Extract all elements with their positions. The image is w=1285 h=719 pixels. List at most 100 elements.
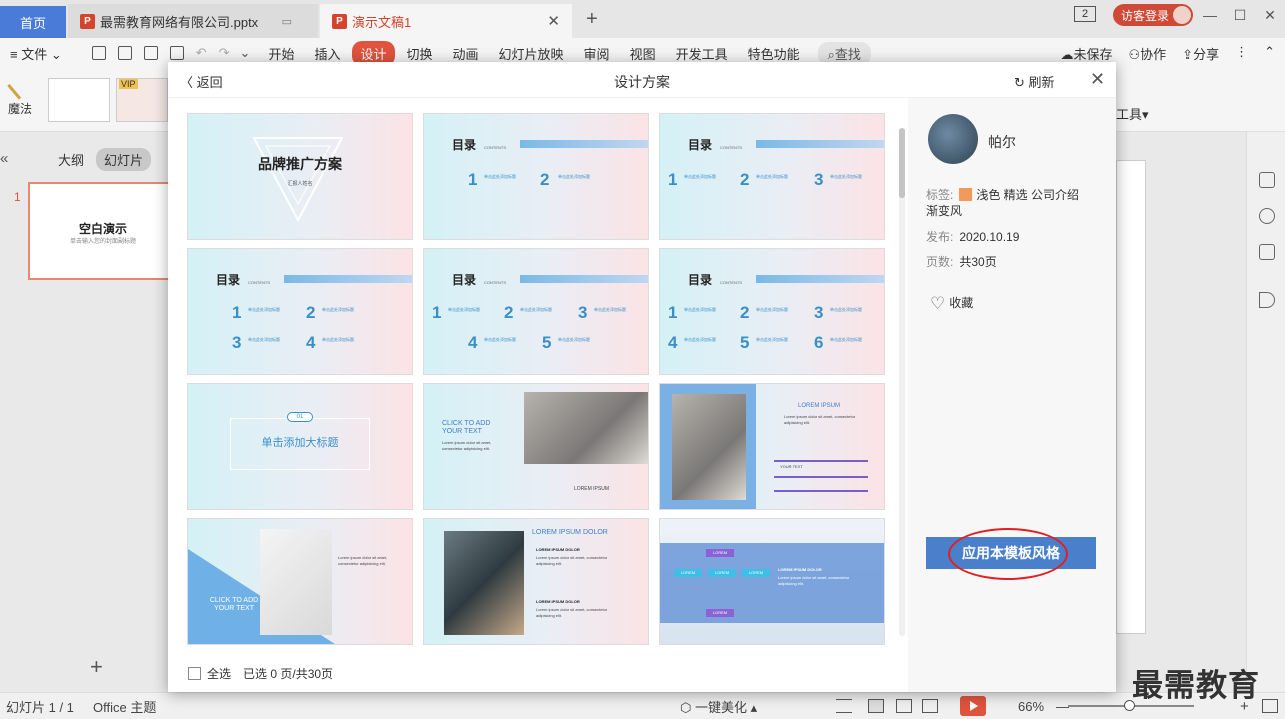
toc-number: 4 [668,333,678,352]
template-card-toc-4[interactable]: 目录 CONTENTS 1 单击此处添加标题 2 单击此处添加标题 3 单击此处添… [187,248,413,375]
adjust-icon[interactable] [1259,172,1275,188]
save-icon[interactable] [91,46,106,60]
selected-count: 已选 0 页/共30页 [243,667,334,681]
template-card-toc-6[interactable]: 目录 CONTENTS 1 单击此处添加标题 2 单击此处添加标题 3 单击此处添… [659,248,885,375]
ppt-file-icon: P [332,13,347,29]
template-card-click-add[interactable]: CLICK TO ADD YOUR TEXT Lorem ipsum dolor… [187,518,413,645]
template-card-photo-desk[interactable]: CLICK TO ADD YOUR TEXT Lorem ipsum dolor… [423,383,649,510]
star-icon[interactable] [1259,208,1275,224]
design-thumbnail[interactable] [48,78,110,122]
zoom-slider[interactable] [1068,700,1194,711]
design-thumbnail-vip[interactable]: VIP [116,78,168,122]
share-button[interactable]: ⇪分享 [1182,44,1219,63]
toc-item: 单击此处添加标题 [830,307,862,312]
favorite-button[interactable]: ♡ 收藏 [930,294,973,314]
theme-name[interactable]: Office 主题 [93,697,156,716]
pages-label: 页数: [926,255,954,269]
quick-access-dropdown-icon[interactable]: ⌄ [240,45,251,61]
tab-pptx-label: 最需教育网络有限公司.pptx [100,14,259,30]
desk-photo [524,392,648,464]
tools-label: 工具 [1116,107,1143,122]
tags-value: 浅色 精选 公司介绍 [976,188,1080,202]
slide-thumbnail[interactable]: 空白演示 单击输入您的封面副标题 [28,182,178,280]
visitor-login-button[interactable]: 访客登录 [1113,4,1193,26]
toc-label: 目录 [452,273,477,287]
template-card-toc-5[interactable]: 目录 CONTENTS 1 单击此处添加标题 2 单击此处添加标题 3 单击此处添… [423,248,649,375]
template-card-toc-2[interactable]: 目录 CONTENTS 1 单击此处添加标题 2 单击此处添加标题 [423,113,649,240]
slides-tab[interactable]: 幻灯片 [96,148,152,171]
toc-number: 1 [432,303,442,322]
toc-number: 1 [668,303,678,322]
screen-icon[interactable]: ▭ [282,15,292,28]
template-scrollbar[interactable] [899,128,905,636]
template-card-cover[interactable]: 品牌推广方案 汇报人姓名 [187,113,413,240]
body-text: Lorem ipsum dolor sit amet, consectetur … [784,414,856,425]
close-window-icon[interactable]: ✕ [1255,7,1285,24]
apply-template-button[interactable]: 应用本模板风格 [926,537,1096,569]
outline-tab[interactable]: 大纲 [58,150,84,169]
copy-icon[interactable] [1259,244,1275,260]
heart-icon: ♡ [930,294,946,313]
magic-wand-icon [7,74,33,100]
export-icon[interactable] [117,46,132,60]
template-card-lorem-dolor[interactable]: LOREM IPSUM DOLOR LOREM IPSUM DOLOR Lore… [423,518,649,645]
tools-button[interactable]: 工具▾ [1116,104,1149,123]
tab-presentation1[interactable]: P 演示文稿1 ✕ [320,4,572,38]
sound-icon[interactable] [1259,292,1275,308]
collapse-panel-icon[interactable]: « [0,150,8,167]
zoom-level[interactable]: 66% [1018,699,1044,714]
close-tab-icon[interactable]: ✕ [547,12,560,30]
more-icon[interactable]: ⋮ [1235,44,1248,63]
select-all-checkbox[interactable] [188,667,201,680]
your-text-label: YOUR TEXT [780,464,803,469]
fit-window-icon[interactable] [1262,699,1278,713]
collapse-ribbon-icon[interactable]: ⌃ [1264,44,1275,63]
cover-subtitle: 汇报人姓名 [287,181,313,187]
template-card-section[interactable]: 01 单击添加大标题 [187,383,413,510]
preview-icon[interactable] [169,46,184,60]
toc-item: 单击此处添加标题 [448,307,480,312]
grid-view-icon[interactable] [896,699,912,713]
template-card-teapot[interactable]: LOREM LOREM LOREM LOREM LOREM LOREM IPSU… [659,518,885,645]
collab-button[interactable]: ⚇协作 [1129,44,1167,63]
normal-view-icon[interactable] [868,699,884,713]
scrollbar-thumb[interactable] [899,128,905,198]
progress-bar [774,460,868,462]
minimize-icon[interactable]: — [1195,7,1225,23]
toc-number: 1 [468,170,478,189]
redo-icon[interactable]: ↷ [219,45,230,61]
toc-item: 单击此处添加标题 [558,174,590,179]
select-all-label[interactable]: 全选 [207,665,231,682]
toc-number: 1 [232,303,242,322]
reading-view-icon[interactable] [922,699,938,713]
menu-right-group: ☁未保存 ⚇协作 ⇪分享 ⋮ ⌃ [1060,44,1275,63]
author-name[interactable]: 帕尔 [988,132,1016,152]
toc-label: 目录 [688,273,713,287]
unsaved-button[interactable]: ☁未保存 [1060,44,1112,63]
window-count-badge[interactable]: 2 [1074,6,1096,22]
menu-file[interactable]: ≡ 文件 ⌄ [0,41,70,66]
new-tab-button[interactable]: + [586,8,598,31]
print-icon[interactable] [143,46,158,60]
beautify-button[interactable]: ⬡ 一键美化 ▴ [680,697,757,716]
refresh-button[interactable]: ↻ 刷新 [1014,72,1055,91]
play-icon[interactable] [960,696,986,716]
toc-item: 单击此处添加标题 [558,337,590,342]
template-card-toc-3[interactable]: 目录 CONTENTS 1 单击此处添加标题 2 单击此处添加标题 3 单击此处添… [659,113,885,240]
add-slide-button[interactable]: + [90,654,103,680]
template-card-photo-progress[interactable]: LOREM IPSUM Lorem ipsum dolor sit amet, … [659,383,885,510]
undo-icon[interactable]: ↶ [196,45,207,61]
maximize-icon[interactable]: ☐ [1225,7,1255,24]
magic-label: 魔法 [7,102,32,116]
toc-number: 5 [740,333,750,352]
notes-icon[interactable] [836,699,852,713]
close-dialog-icon[interactable]: ✕ [1090,69,1105,90]
tab-home[interactable]: 首页 [0,6,66,38]
toc-item: 单击此处添加标题 [756,174,788,179]
toc-bar [520,140,648,148]
lorem-box: LOREM [742,569,770,577]
toc-item: 单击此处添加标题 [322,337,354,342]
body-text: Lorem ipsum dolor sit amet, consectetur … [338,555,388,566]
magic-button[interactable]: 魔法 [6,74,34,117]
tab-pptx-file[interactable]: P 最需教育网络有限公司.pptx ▭ [68,4,318,38]
